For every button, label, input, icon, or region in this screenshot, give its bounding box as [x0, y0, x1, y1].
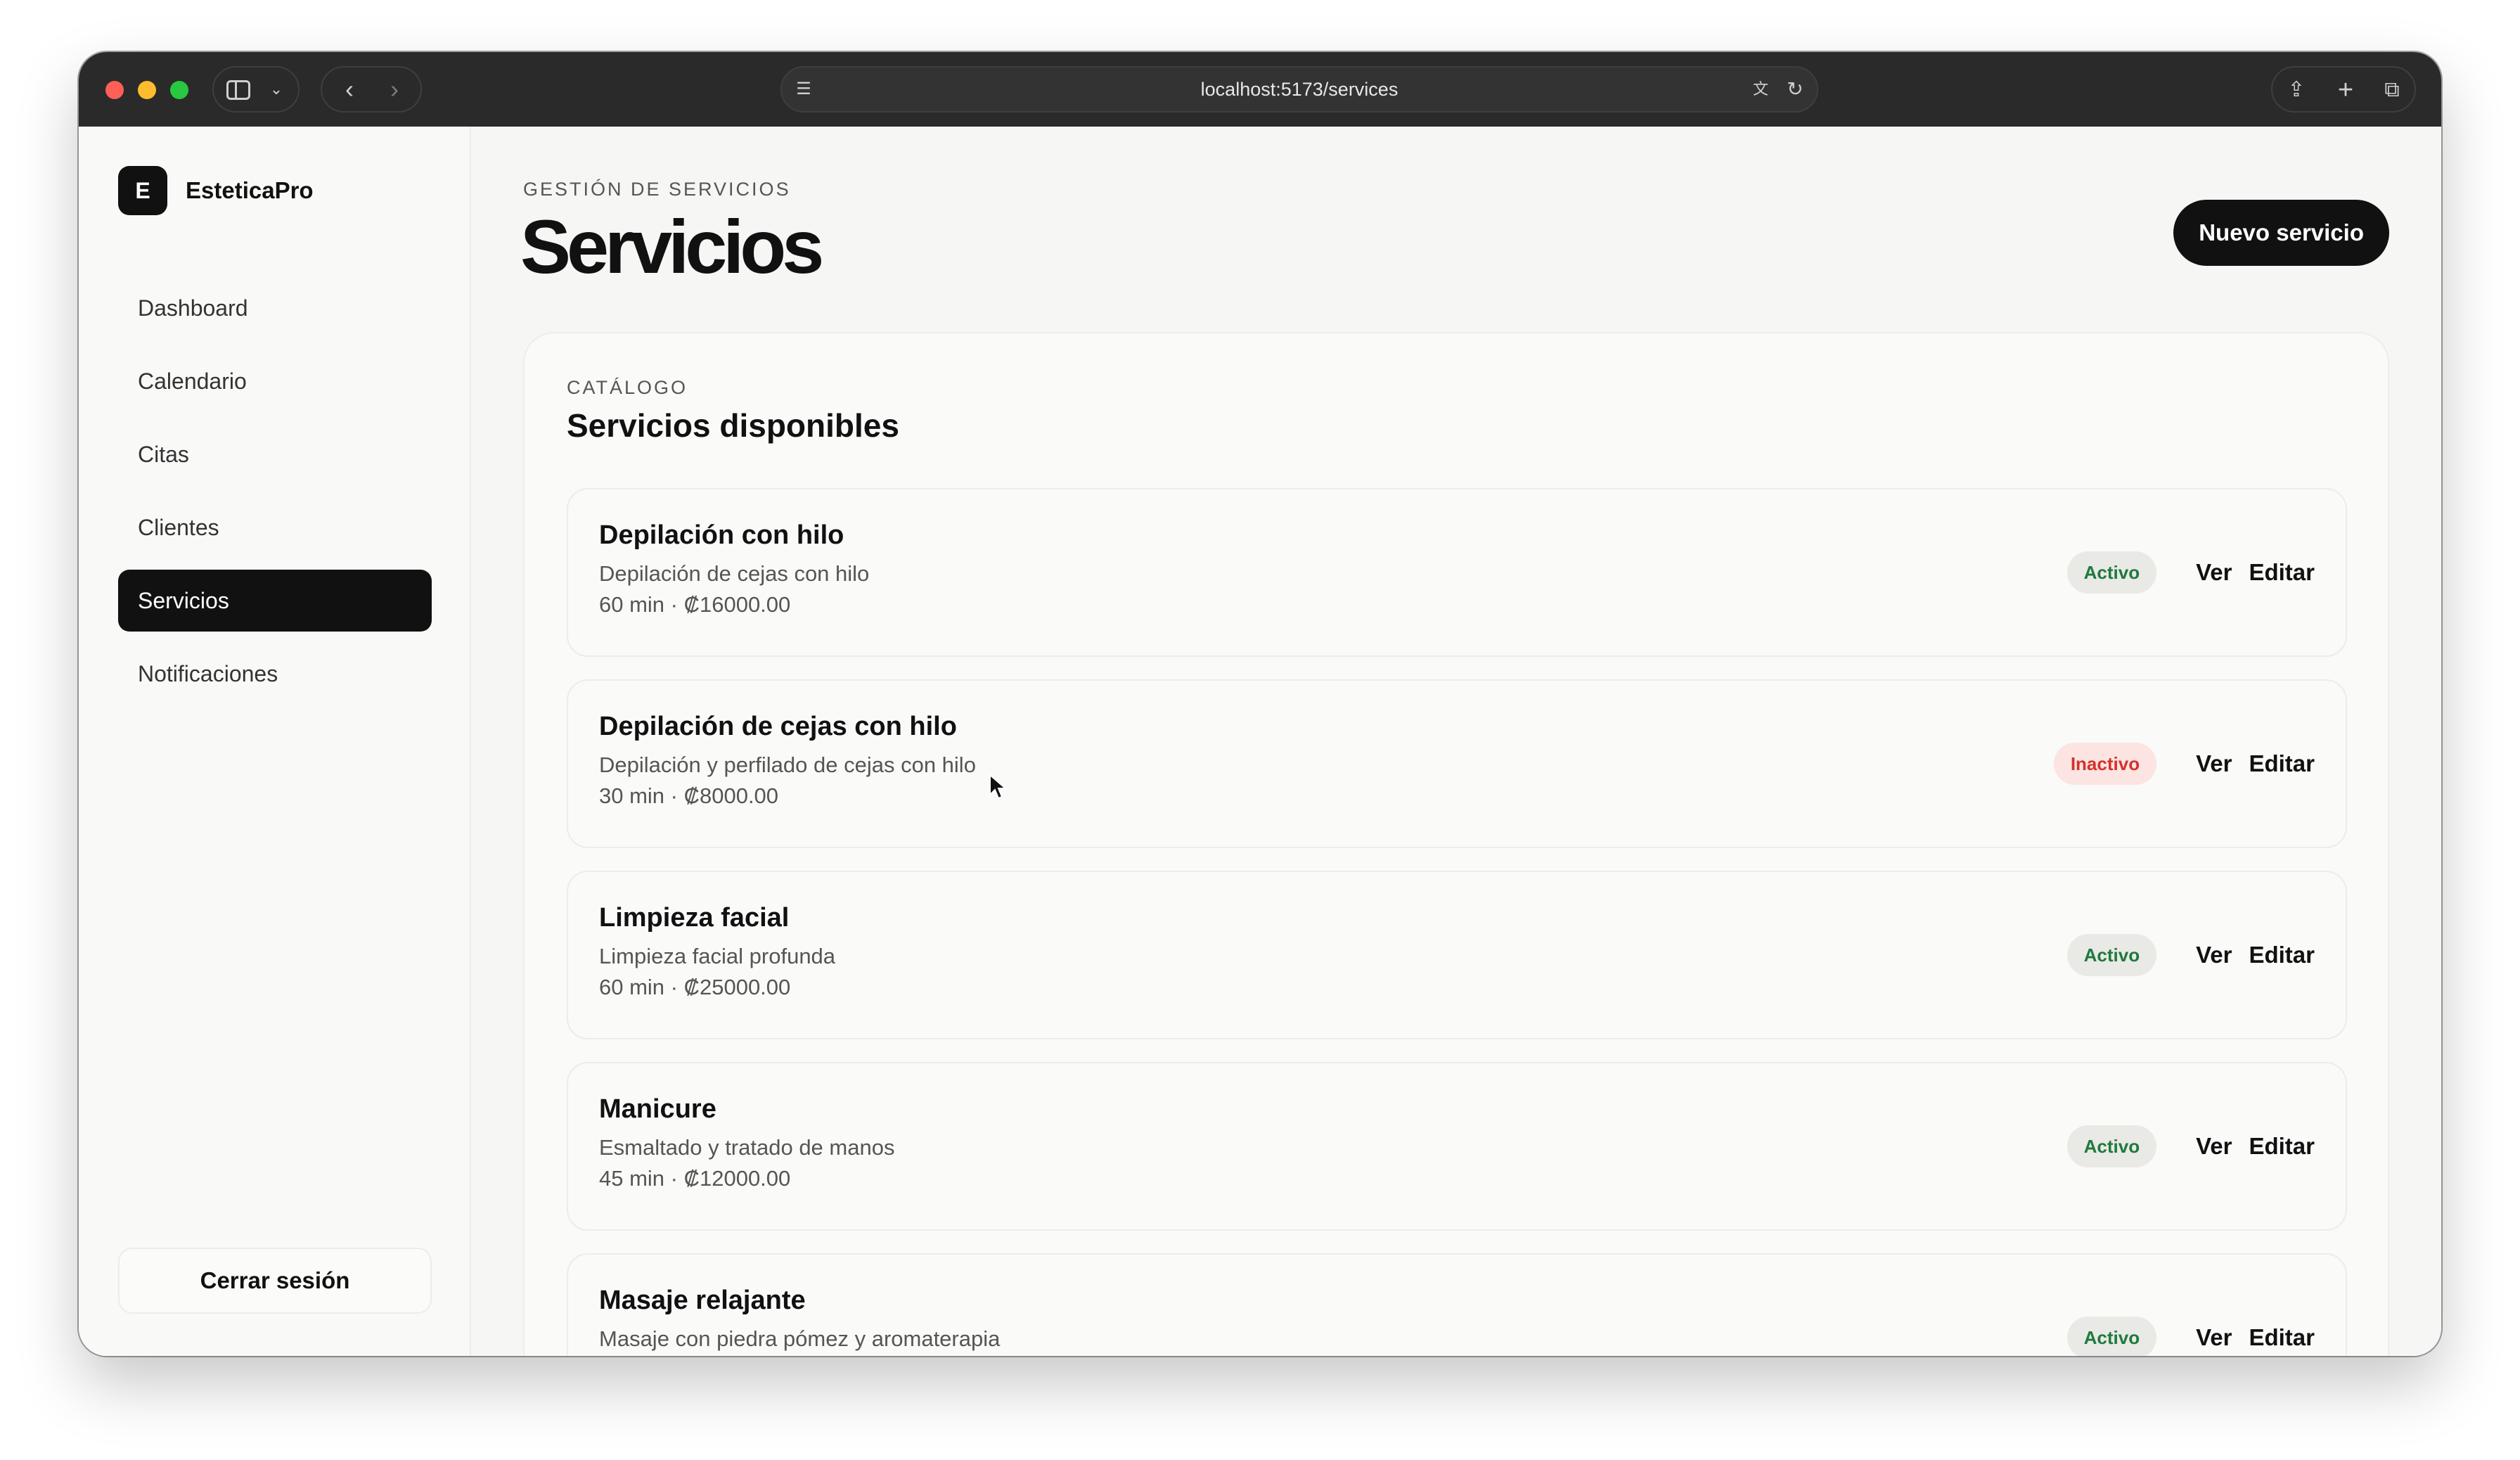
sidebar-toggle-group[interactable]: ⌄ — [212, 66, 300, 113]
chevron-down-icon[interactable]: ⌄ — [264, 77, 288, 101]
share-icon[interactable]: ⇪ — [2282, 76, 2310, 104]
zoom-window-button[interactable] — [170, 81, 188, 99]
app: E EsteticaPro Dashboard Calendario Citas… — [79, 127, 2441, 1356]
service-description: Depilación y perfilado de cejas con hilo — [599, 753, 976, 777]
catalog-card: CATÁLOGO Servicios disponibles Depilació… — [523, 332, 2389, 1356]
catalog-eyebrow: CATÁLOGO — [567, 377, 688, 398]
service-meta: 60 min · ₡16000.00 — [599, 592, 791, 617]
service-actions: Activo Ver Editar — [2066, 550, 2315, 595]
service-name: Limpieza facial — [599, 903, 790, 933]
minimize-window-button[interactable] — [138, 81, 156, 99]
service-actions: Activo Ver Editar — [2066, 933, 2315, 978]
address-bar[interactable]: ☰ localhost:5173/services 文 ↻ — [780, 66, 1818, 113]
mouse-cursor-icon — [989, 774, 1008, 800]
edit-link[interactable]: Editar — [2249, 942, 2315, 968]
browser-window: ⌄ ‹ › ☰ localhost:5173/services 文 ↻ ⇪ + … — [79, 52, 2441, 1356]
tab-overview-icon[interactable]: ⧉ — [2378, 76, 2406, 104]
sidebar-toggle-icon[interactable] — [226, 80, 250, 100]
service-actions: Inactivo Ver Editar — [2053, 741, 2315, 786]
status-badge: Inactivo — [2053, 743, 2157, 785]
catalog-title: Servicios disponibles — [567, 407, 899, 444]
toolbar-actions-group: ⇪ + ⧉ — [2271, 66, 2416, 113]
service-meta: 30 min · ₡8000.00 — [599, 783, 779, 808]
service-name: Masaje relajante — [599, 1286, 806, 1315]
service-row: Limpieza facial Limpieza facial profunda… — [567, 871, 2347, 1039]
sidebar-item-dashboard[interactable]: Dashboard — [118, 277, 432, 339]
view-link[interactable]: Ver — [2196, 750, 2232, 777]
forward-icon[interactable]: › — [378, 75, 411, 104]
service-row: Depilación con hilo Depilación de cejas … — [567, 488, 2347, 657]
service-actions: Activo Ver Editar — [2066, 1315, 2315, 1356]
brand-logo[interactable]: E — [118, 166, 167, 215]
service-name: Manicure — [599, 1094, 716, 1124]
view-link[interactable]: Ver — [2196, 559, 2232, 586]
status-badge: Activo — [2066, 1125, 2157, 1167]
service-meta: 45 min · ₡12000.00 — [599, 1166, 791, 1191]
service-name: Depilación con hilo — [599, 520, 844, 550]
service-meta: 60 min · ₡25000.00 — [599, 975, 791, 999]
page-eyebrow: GESTIÓN DE SERVICIOS — [523, 179, 791, 200]
sidebar-item-calendario[interactable]: Calendario — [118, 350, 432, 412]
new-tab-icon[interactable]: + — [2332, 76, 2360, 104]
edit-link[interactable]: Editar — [2249, 1324, 2315, 1351]
logout-button[interactable]: Cerrar sesión — [118, 1248, 432, 1314]
service-actions: Activo Ver Editar — [2066, 1124, 2315, 1169]
service-description: Limpieza facial profunda — [599, 944, 836, 968]
service-row: Manicure Esmaltado y tratado de manos 45… — [567, 1062, 2347, 1231]
main-content: GESTIÓN DE SERVICIOS Servicios Nuevo ser… — [471, 127, 2441, 1356]
sidebar-item-clientes[interactable]: Clientes — [118, 497, 432, 558]
navigation-group: ‹ › — [321, 66, 422, 113]
view-link[interactable]: Ver — [2196, 1324, 2232, 1351]
service-description: Masaje con piedra pómez y aromaterapia — [599, 1326, 1001, 1351]
service-row: Depilación de cejas con hilo Depilación … — [567, 679, 2347, 848]
status-badge: Activo — [2066, 1317, 2157, 1356]
view-link[interactable]: Ver — [2196, 1133, 2232, 1160]
sidebar: E EsteticaPro Dashboard Calendario Citas… — [79, 127, 471, 1356]
url-text: localhost:5173/services — [1200, 78, 1399, 100]
back-icon[interactable]: ‹ — [333, 75, 366, 104]
edit-link[interactable]: Editar — [2249, 750, 2315, 777]
edit-link[interactable]: Editar — [2249, 559, 2315, 586]
view-link[interactable]: Ver — [2196, 942, 2232, 968]
edit-link[interactable]: Editar — [2249, 1133, 2315, 1160]
page-title: Servicios — [520, 204, 824, 289]
sidebar-nav: Dashboard Calendario Citas Clientes Serv… — [118, 277, 432, 716]
sidebar-item-servicios[interactable]: Servicios — [118, 570, 432, 632]
translate-icon[interactable]: 文 — [1747, 77, 1775, 101]
status-badge: Activo — [2066, 551, 2157, 594]
service-list: Depilación con hilo Depilación de cejas … — [567, 488, 2347, 1356]
reload-icon[interactable]: ↻ — [1783, 77, 1807, 101]
browser-titlebar: ⌄ ‹ › ☰ localhost:5173/services 文 ↻ ⇪ + … — [79, 52, 2441, 127]
status-badge: Activo — [2066, 934, 2157, 976]
brand-name[interactable]: EsteticaPro — [186, 177, 314, 204]
close-window-button[interactable] — [105, 81, 124, 99]
new-service-button[interactable]: Nuevo servicio — [2173, 200, 2389, 266]
service-name: Depilación de cejas con hilo — [599, 712, 957, 741]
service-description: Esmaltado y tratado de manos — [599, 1135, 895, 1160]
service-description: Depilación de cejas con hilo — [599, 561, 870, 586]
sidebar-item-notificaciones[interactable]: Notificaciones — [118, 643, 432, 705]
service-row: Masaje relajante Masaje con piedra pómez… — [567, 1253, 2347, 1356]
sidebar-item-citas[interactable]: Citas — [118, 423, 432, 485]
